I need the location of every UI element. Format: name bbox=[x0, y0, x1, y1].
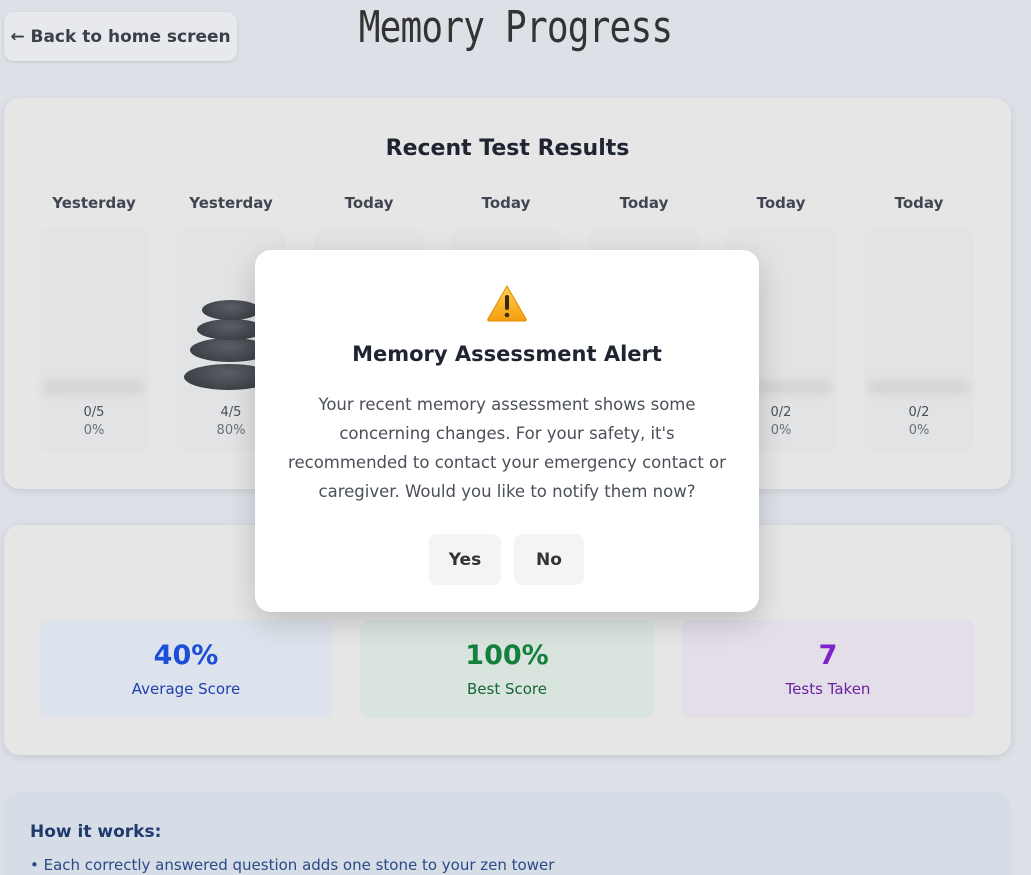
no-button[interactable]: No bbox=[514, 534, 584, 585]
warning-icon bbox=[487, 284, 527, 322]
yes-button[interactable]: Yes bbox=[429, 534, 501, 585]
alert-modal: Memory Assessment Alert Your recent memo… bbox=[255, 250, 759, 612]
modal-message: Your recent memory assessment shows some… bbox=[288, 395, 726, 501]
modal-title: Memory Assessment Alert bbox=[352, 342, 662, 366]
